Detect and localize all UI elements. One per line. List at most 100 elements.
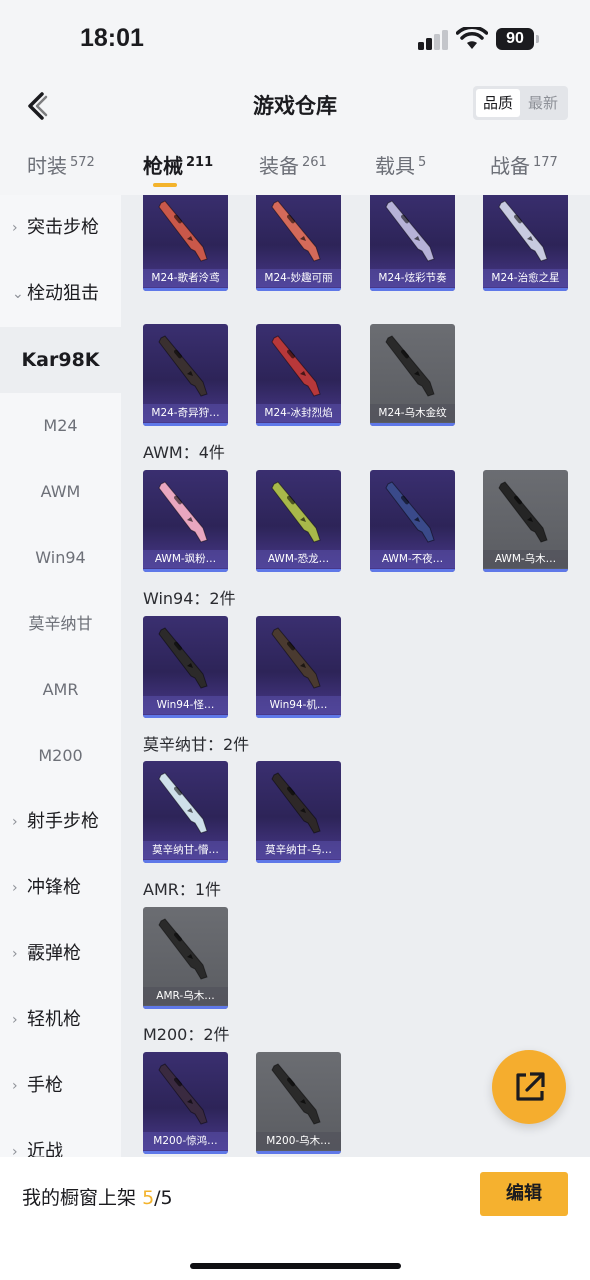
sidebar-item-assault-rifle[interactable]: › 突击步枪	[0, 195, 121, 261]
skin-card[interactable]: AWM-恐龙…	[256, 470, 341, 572]
sidebar-item-dmr[interactable]: › 射手步枪	[0, 789, 121, 855]
sidebar-item-melee[interactable]: › 近战	[0, 1119, 121, 1157]
showcase-label: 我的橱窗上架	[22, 1187, 137, 1209]
rifle-icon	[158, 200, 208, 262]
skin-name: M24-炫彩节奏	[370, 269, 455, 287]
tab-fashion[interactable]: 时装 572	[27, 150, 95, 179]
skin-card[interactable]: M24-乌木金纹	[370, 324, 455, 426]
sidebar-item-m24[interactable]: M24	[0, 393, 121, 459]
home-indicator	[190, 1263, 401, 1269]
skin-card[interactable]: M24-治愈之星	[483, 195, 568, 291]
card-rarity-bar	[143, 860, 228, 863]
group-label-m200: M200：2件	[143, 1025, 230, 1044]
sidebar-item-label: 手枪	[27, 1075, 63, 1096]
nav-header: 游戏仓库 品质 最新	[0, 80, 590, 134]
category-tabs: 时装 572 枪械 211 装备 261 载具 5 战备 177	[0, 134, 590, 195]
skin-name: 莫辛纳甘-乌…	[256, 841, 341, 859]
group-label-mosin: 莫辛纳甘：2件	[143, 735, 250, 754]
chevron-right-icon: ›	[12, 814, 18, 830]
card-rarity-bar	[143, 1151, 228, 1154]
skin-name: M24-奇异狩…	[143, 404, 228, 422]
active-tab-indicator	[153, 183, 177, 187]
status-bar: 18:01 90	[0, 0, 590, 80]
sidebar-item-label: 射手步枪	[27, 811, 99, 832]
skin-card[interactable]: AMR-乌木…	[143, 907, 228, 1009]
card-rarity-bar	[256, 569, 341, 572]
weapon-skin-grid: M24-歌者泠鸢 M24-妙趣可丽 M24-炫彩节奏 M24-治愈之星 M24-…	[121, 195, 590, 1157]
skin-card[interactable]: M200-惊鸿…	[143, 1052, 228, 1154]
skin-card[interactable]: M24-歌者泠鸢	[143, 195, 228, 291]
tab-label: 装备	[259, 154, 299, 178]
rifle-icon	[158, 627, 208, 689]
tab-supplies[interactable]: 战备 177	[490, 150, 558, 179]
sidebar-item-amr[interactable]: AMR	[0, 657, 121, 723]
rifle-icon	[498, 200, 548, 262]
card-rarity-bar	[256, 715, 341, 718]
skin-card[interactable]: M24-炫彩节奏	[370, 195, 455, 291]
sidebar-item-kar98k[interactable]: Kar98K	[0, 327, 121, 393]
sidebar-item-pistol[interactable]: › 手枪	[0, 1053, 121, 1119]
sidebar-item-win94[interactable]: Win94	[0, 525, 121, 591]
card-rarity-bar	[143, 288, 228, 291]
skin-name: M24-乌木金纹	[370, 404, 455, 422]
rifle-icon	[158, 772, 208, 834]
skin-card[interactable]: AWM-乌木…	[483, 470, 568, 572]
skin-name: M200-乌木…	[256, 1132, 341, 1150]
card-rarity-bar	[143, 569, 228, 572]
skin-card[interactable]: AWM-飒粉…	[143, 470, 228, 572]
sidebar-item-m200[interactable]: M200	[0, 723, 121, 789]
rifle-icon	[385, 335, 435, 397]
tab-vehicles[interactable]: 载具 5	[375, 150, 426, 179]
skin-card[interactable]: AWM-不夜…	[370, 470, 455, 572]
skin-name: M24-歌者泠鸢	[143, 269, 228, 287]
tab-label: 载具	[375, 154, 415, 178]
skin-card[interactable]: Win94-怪…	[143, 616, 228, 718]
skin-card[interactable]: Win94-机…	[256, 616, 341, 718]
sidebar-item-bolt-action[interactable]: ⌄ 栓动狙击	[0, 261, 121, 327]
tab-equipment[interactable]: 装备 261	[259, 150, 327, 179]
weapon-category-sidebar: › 突击步枪 ⌄ 栓动狙击 Kar98K M24 AWM Win94 莫辛纳甘 AM…	[0, 195, 121, 1157]
rifle-icon	[498, 481, 548, 543]
card-rarity-bar	[256, 860, 341, 863]
tab-label: 时装	[27, 154, 67, 178]
sidebar-item-awm[interactable]: AWM	[0, 459, 121, 525]
tab-count: 211	[186, 155, 214, 170]
chevron-right-icon: ›	[12, 1144, 18, 1157]
skin-name: M200-惊鸿…	[143, 1132, 228, 1150]
skin-card[interactable]: M24-妙趣可丽	[256, 195, 341, 291]
tab-count: 177	[533, 155, 558, 170]
skin-name: AWM-乌木…	[483, 550, 568, 568]
sidebar-item-label: 冲锋枪	[27, 877, 81, 898]
skin-card[interactable]: M24-冰封烈焰	[256, 324, 341, 426]
sidebar-item-label: 轻机枪	[27, 1009, 81, 1030]
showcase-count: 5	[142, 1187, 155, 1209]
sidebar-item-smg[interactable]: › 冲锋枪	[0, 855, 121, 921]
rifle-icon	[271, 200, 321, 262]
skin-card[interactable]: M200-乌木…	[256, 1052, 341, 1154]
rifle-icon	[385, 200, 435, 262]
external-link-button[interactable]	[492, 1050, 566, 1124]
card-rarity-bar	[256, 423, 341, 426]
battery-icon: 90	[496, 28, 534, 50]
edit-button[interactable]: 编辑	[480, 1172, 568, 1216]
sort-quality-button[interactable]: 品质	[476, 89, 520, 117]
skin-card[interactable]: 莫辛纳甘-懵…	[143, 761, 228, 863]
rifle-icon	[158, 918, 208, 980]
sidebar-item-mosin[interactable]: 莫辛纳甘	[0, 591, 121, 657]
tab-count: 261	[302, 155, 327, 170]
skin-name: M24-治愈之星	[483, 269, 568, 287]
chevron-right-icon: ›	[12, 946, 18, 962]
sort-latest-button[interactable]: 最新	[521, 89, 565, 117]
skin-card[interactable]: 莫辛纳甘-乌…	[256, 761, 341, 863]
sidebar-item-shotgun[interactable]: › 霰弹枪	[0, 921, 121, 987]
group-label-amr: AMR：1件	[143, 880, 222, 899]
group-label-awm: AWM：4件	[143, 443, 225, 462]
tab-count: 5	[418, 155, 427, 170]
sort-toggle: 品质 最新	[473, 86, 568, 120]
tab-label: 枪械	[143, 154, 183, 178]
skin-card[interactable]: M24-奇异狩…	[143, 324, 228, 426]
tab-count: 572	[70, 155, 95, 170]
tab-firearms[interactable]: 枪械 211	[143, 150, 213, 179]
skin-name: AWM-恐龙…	[256, 550, 341, 568]
sidebar-item-lmg[interactable]: › 轻机枪	[0, 987, 121, 1053]
